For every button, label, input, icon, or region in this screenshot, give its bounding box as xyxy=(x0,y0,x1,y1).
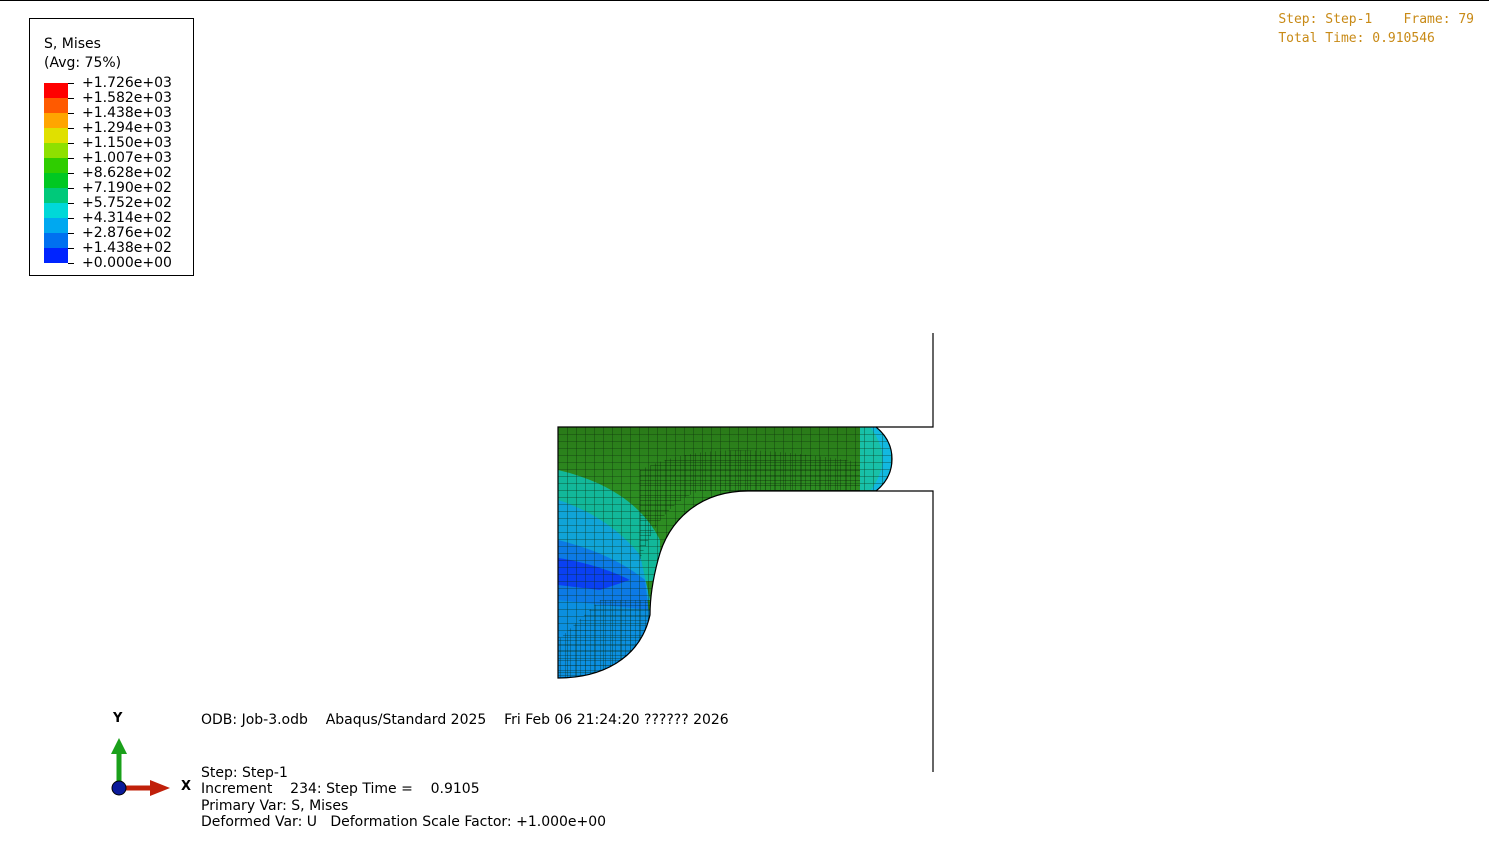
triad-x-label: X xyxy=(181,779,192,794)
odb-info-line: ODB: Job-3.odb Abaqus/Standard 2025 Fri … xyxy=(201,712,729,728)
deformed-var-line: Deformed Var: U Deformation Scale Factor… xyxy=(201,814,607,830)
deformed-part[interactable] xyxy=(558,427,900,690)
step-info-line: Step: Step-1 xyxy=(201,765,288,781)
triad-y-label: Y xyxy=(113,711,123,726)
tool-lower-outline xyxy=(876,490,934,772)
coordinate-triad: Y X xyxy=(100,708,210,808)
model-viewport[interactable] xyxy=(0,0,1489,866)
increment-info-line: Increment 234: Step Time = 0.9105 xyxy=(201,781,480,797)
tool-upper-outline xyxy=(876,333,934,428)
primary-var-line: Primary Var: S, Mises xyxy=(201,798,349,814)
